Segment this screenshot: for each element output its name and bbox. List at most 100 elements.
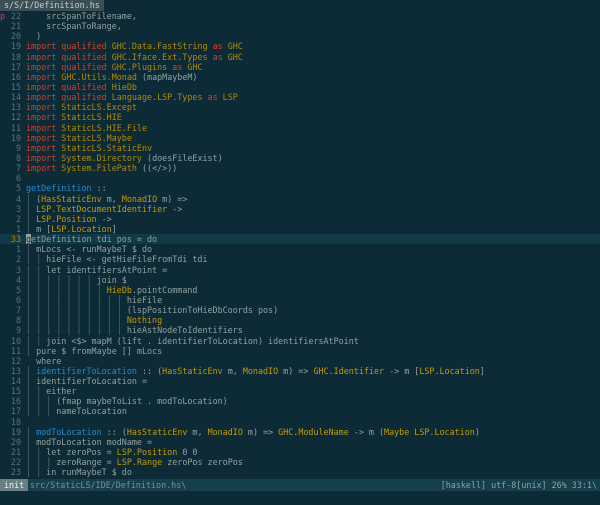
code-text: │ │ │ │ │ │ │ │ │ │ (lspPositionToHieDbC…	[26, 305, 278, 315]
code-line[interactable]: 19 │ modToLocation :: (HasStaticEnv m, Mo…	[0, 427, 600, 437]
tab-definition[interactable]: s/S/I/Definition.hs	[0, 0, 104, 11]
code-token: import qualified	[26, 51, 112, 62]
code-text: │ │ │ nameToLocation	[26, 406, 127, 416]
code-line[interactable]: 22 │ │ │ zeroRange = LSP.Range zeroPos ze…	[0, 457, 600, 467]
code-line[interactable]: 18	[0, 417, 600, 427]
line-number: 6	[15, 173, 21, 184]
line-number: 18	[10, 416, 21, 427]
code-line[interactable]: 23 │ │ in runMaybeT $ do	[0, 467, 600, 477]
code-line[interactable]: 9 import StaticLS.StaticEnv	[0, 143, 600, 153]
code-line[interactable]: 3 │ │ let identifiersAtPoint =	[0, 265, 600, 275]
code-line[interactable]: 14 │ identifierToLocation =	[0, 376, 600, 386]
code-line[interactable]: 18 import qualified GHC.Iface.Ext.Types a…	[0, 52, 600, 62]
code-line[interactable]: 2 │ LSP.Position ->	[0, 214, 600, 224]
code-token: │ │	[26, 467, 47, 478]
code-line[interactable]: p 22 srcSpanToFilename,	[0, 11, 600, 21]
code-token: LSP.Range	[116, 457, 163, 468]
code-text: │ identifierToLocation =	[26, 376, 147, 386]
code-token: │ │	[26, 335, 47, 346]
code-token: │ │	[26, 264, 47, 275]
line-number: 2	[15, 213, 21, 224]
code-token: import	[26, 142, 62, 153]
code-text: │ modToLocation :: (HasStaticEnv m, Mona…	[26, 427, 480, 437]
code-token: as	[207, 51, 228, 62]
code-text: │ │ │ │ │ │ │ │ │ │ hieAstNodeToIdentifi…	[26, 325, 243, 335]
code-token: etDefinition tdi pos = do	[31, 234, 158, 245]
code-token: m) =>	[157, 193, 188, 204]
code-line[interactable]: 6 │ │ │ │ │ │ │ │ │ │ hieFile	[0, 295, 600, 305]
code-line[interactable]: 11 │ pure $ fromMaybe [] mLocs	[0, 346, 600, 356]
code-text: import qualified GHC.Plugins as GHC	[26, 62, 203, 72]
code-token: as	[202, 92, 223, 103]
code-line[interactable]: 12 where	[0, 356, 600, 366]
code-token: │ │ │ │ │ │ │ │	[26, 284, 107, 295]
code-token: hieFile	[126, 294, 163, 305]
command-line[interactable]	[0, 491, 600, 505]
code-line[interactable]: 16 │ │ │ (fmap maybeToList . modToLocatio…	[0, 396, 600, 406]
code-line[interactable]: 8 │ │ │ │ │ │ │ │ │ │ Nothing	[0, 315, 600, 325]
code-token: MonadIO	[121, 193, 158, 204]
code-token: LSP.Position	[36, 213, 97, 224]
code-line[interactable]: 6	[0, 173, 600, 183]
code-line[interactable]: 13 import StaticLS.Except	[0, 102, 600, 112]
code-line[interactable]: 5 getDefinition ::	[0, 183, 600, 193]
code-line[interactable]: 1 │ m [LSP.Location]	[0, 224, 600, 234]
code-line[interactable]: 3 │ LSP.TextDocumentIdentifier ->	[0, 204, 600, 214]
code-line[interactable]: 11 import StaticLS.HIE.File	[0, 123, 600, 133]
code-line[interactable]: 7 import System.FilePath ((</>))	[0, 163, 600, 173]
code-line[interactable]: 14 import qualified Language.LSP.Types as…	[0, 92, 600, 102]
code-line[interactable]: 10 import StaticLS.Maybe	[0, 133, 600, 143]
code-token: m [	[36, 223, 52, 234]
code-line[interactable]: 17 │ │ │ nameToLocation	[0, 406, 600, 416]
code-text: │ modToLocation modName =	[26, 437, 152, 447]
code-text: │ │ │ │ │ │ │ │ │ │ Nothing	[26, 315, 162, 325]
code-line[interactable]: 19 import qualified GHC.Data.FastString a…	[0, 41, 600, 51]
code-line[interactable]: 2 │ │ hieFile <- getHieFileFromTdi tdi	[0, 254, 600, 264]
tab-bar: s/S/I/Definition.hs	[0, 0, 600, 11]
code-line[interactable]: 1 │ mLocs <- runMaybeT $ do	[0, 244, 600, 254]
code-token: │ │ │	[26, 406, 57, 417]
code-line[interactable]: 15 │ │ either	[0, 386, 600, 396]
line-number: 2	[15, 254, 21, 265]
code-line[interactable]: 5 │ │ │ │ │ │ │ │ HieDb.pointCommand	[0, 285, 600, 295]
code-line[interactable]: 21 srcSpanToRange,	[0, 21, 600, 31]
code-line[interactable]: 21 │ │ let zeroPos = LSP.Position 0 0	[0, 447, 600, 457]
code-line[interactable]: 20 │ modToLocation modName =	[0, 437, 600, 447]
code-token: (lspPositionToHieDbCoords pos)	[126, 305, 279, 316]
code-token: -> m [	[384, 365, 420, 376]
code-line[interactable]: 7 │ │ │ │ │ │ │ │ │ │ (lspPositionToHieDb…	[0, 305, 600, 315]
code-token: zeroPos zeroPos	[162, 457, 243, 468]
current-code-line[interactable]: 33 getDefinition tdi pos = do	[0, 234, 600, 245]
code-line[interactable]: 4 │ (HasStaticEnv m, MonadIO m) =>	[0, 194, 600, 204]
code-line[interactable]: 12 import StaticLS.HIE	[0, 112, 600, 122]
code-token: ]	[479, 365, 485, 376]
code-token: System.Directory	[61, 152, 142, 163]
line-number: 12	[10, 355, 21, 366]
code-line[interactable]: 13 │ identifierToLocation :: (HasStaticEn…	[0, 366, 600, 376]
code-token: │	[26, 426, 37, 437]
code-token: as	[167, 61, 188, 72]
code-token: StaticLS.Except	[61, 102, 137, 113]
line-number: 11	[10, 122, 21, 133]
code-line[interactable]: 17 import qualified GHC.Plugins as GHC	[0, 62, 600, 72]
code-text: import qualified Language.LSP.Types as L…	[26, 92, 238, 102]
code-token: m,	[187, 426, 208, 437]
code-token: │	[26, 376, 37, 387]
code-line[interactable]: 9 │ │ │ │ │ │ │ │ │ │ hieAstNodeToIdentif…	[0, 325, 600, 335]
code-line[interactable]: 4 │ │ │ │ │ │ │ join $	[0, 275, 600, 285]
code-token: │ │	[26, 447, 47, 458]
line-number: 33	[10, 234, 21, 245]
code-text: │ LSP.TextDocumentIdentifier ->	[26, 204, 182, 214]
code-line[interactable]: 16 import GHC.Utils.Monad (mapMaybeM)	[0, 72, 600, 82]
code-token: │	[26, 213, 37, 224]
code-line[interactable]: 10 │ │ join <$> mapM (lift . identifierTo…	[0, 336, 600, 346]
code-line[interactable]: 15 import qualified HieDb	[0, 82, 600, 92]
code-token: srcSpanToFilename,	[46, 11, 137, 21]
code-token: import	[26, 122, 62, 133]
code-editor[interactable]: p 22 srcSpanToFilename, 21 srcSpanToRange,…	[0, 11, 600, 479]
code-line[interactable]: 8 import System.Directory (doesFileExist)	[0, 153, 600, 163]
code-text: │ LSP.Position ->	[26, 214, 112, 224]
code-line[interactable]: 20 )	[0, 31, 600, 41]
code-token: LSP.TextDocumentIdentifier	[36, 203, 168, 214]
code-text: )	[26, 31, 41, 41]
